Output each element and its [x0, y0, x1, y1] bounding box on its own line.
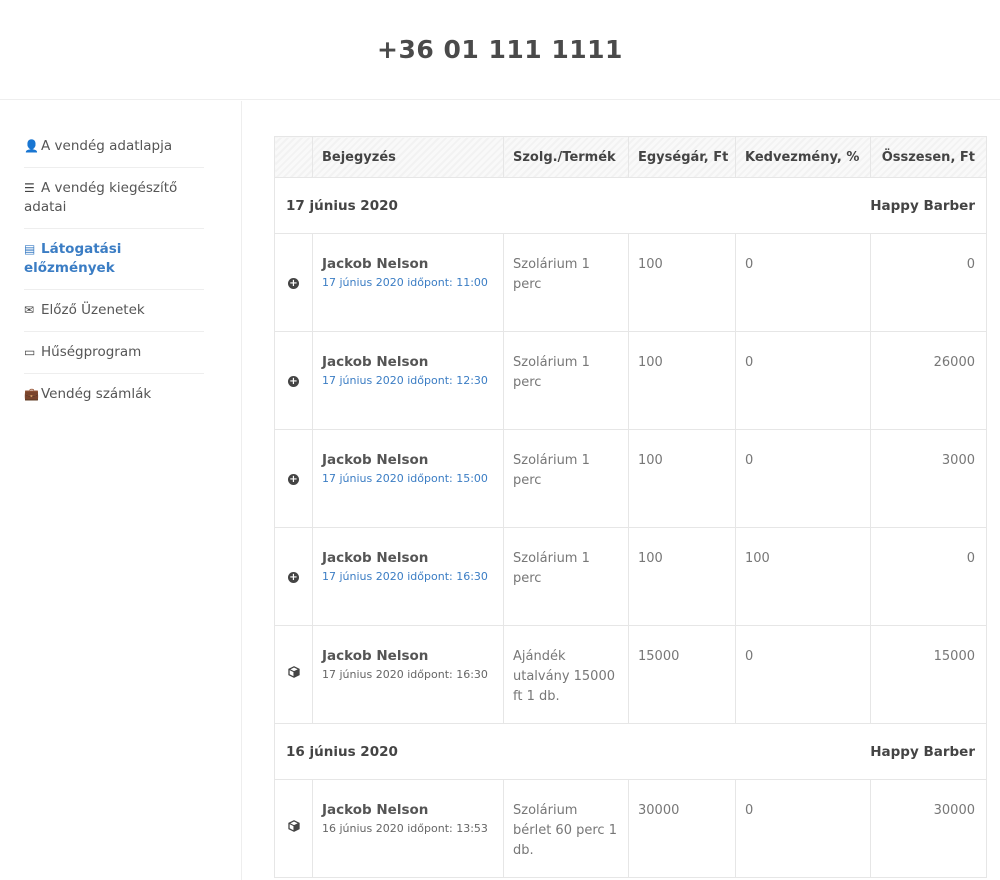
row-icon-cell: + — [274, 429, 313, 528]
table-body: Happy Barber 17 június 2020 + Jackob Nelson… — [274, 177, 987, 878]
table-row: + Jackob Nelson 17 június 2020 időpont: 15… — [274, 429, 987, 528]
visit-history: Bejegyzés Szolg./Termék Egységár, Ft Ked… — [274, 136, 987, 878]
sidebar-item-label: Hűségprogram — [41, 344, 142, 360]
appointment-text: 16 június 2020 időpont: 13:53 — [322, 822, 488, 835]
sidebar-item-3[interactable]: ✉ Előző Üzenetek — [24, 290, 204, 332]
plus-circle-icon[interactable]: + — [288, 375, 299, 387]
table-row: Jackob Nelson 16 június 2020 időpont: 13:… — [274, 779, 987, 878]
entry-cell: Jackob Nelson 17 június 2020 időpont: 12:… — [312, 331, 504, 430]
plus-circle-icon[interactable]: + — [288, 277, 299, 289]
sidebar-item-label: Vendég számlák — [41, 386, 152, 402]
discount-cell: 0 — [735, 625, 871, 724]
appointment-link[interactable]: 17 június 2020 időpont: 12:30 — [322, 372, 494, 390]
plus-circle-icon[interactable]: + — [288, 473, 299, 485]
list-icon: ☰ — [24, 181, 35, 195]
total-cell: 26000 — [870, 331, 987, 430]
product-cell: Szolárium 1 perc — [503, 429, 629, 528]
table-row: Jackob Nelson 17 június 2020 időpont: 16:… — [274, 625, 987, 724]
sidebar-item-label: A vendég adatlapja — [41, 138, 173, 154]
unit-price-cell: 30000 — [628, 779, 736, 878]
table-row: + Jackob Nelson 17 június 2020 időpont: 12… — [274, 331, 987, 430]
product-cell: Szolárium 1 perc — [503, 331, 629, 430]
entry-cell: Jackob Nelson 17 június 2020 időpont: 15:… — [312, 429, 504, 528]
discount-cell: 0 — [735, 331, 871, 430]
unit-price-cell: 100 — [628, 527, 736, 626]
credit-card-icon: ▭ — [24, 345, 36, 359]
sidebar: 👤 A vendég adatlapja ☰ A vendég kiegészítő … — [0, 101, 242, 880]
sidebar-item-5[interactable]: 💼 Vendég számlák — [24, 374, 204, 415]
entry-cell: Jackob Nelson 17 június 2020 időpont: 16:… — [312, 625, 504, 724]
client-name: Jackob Nelson — [322, 452, 429, 468]
entry-cell: Jackob Nelson 17 június 2020 időpont: 16:… — [312, 527, 504, 626]
briefcase-icon: 💼 — [24, 387, 39, 401]
group-salon: Happy Barber — [870, 743, 975, 760]
client-name: Jackob Nelson — [322, 802, 429, 818]
discount-cell: 100 — [735, 527, 871, 626]
cube-icon — [287, 665, 300, 682]
user-icon: 👤 — [24, 139, 39, 153]
sidebar-item-2[interactable]: ▤ Látogatási előzmények — [24, 229, 204, 290]
group-salon: Happy Barber — [870, 197, 975, 214]
date-group-row: Happy Barber 16 június 2020 — [274, 723, 987, 780]
total-cell: 30000 — [870, 779, 987, 878]
visit-history-table: Bejegyzés Szolg./Termék Egységár, Ft Ked… — [274, 136, 987, 878]
group-date: 17 június 2020 — [286, 197, 398, 214]
table-header-row: Bejegyzés Szolg./Termék Egységár, Ft Ked… — [274, 136, 987, 178]
row-icon-cell — [274, 625, 313, 724]
column-header-product[interactable]: Szolg./Termék — [503, 136, 629, 178]
entry-cell: Jackob Nelson 16 június 2020 időpont: 13:… — [312, 779, 504, 878]
total-cell: 3000 — [870, 429, 987, 528]
appointment-text: 17 június 2020 időpont: 16:30 — [322, 668, 488, 681]
total-cell: 0 — [870, 527, 987, 626]
column-header-total[interactable]: Összesen, Ft — [870, 136, 987, 178]
total-cell: 15000 — [870, 625, 987, 724]
sidebar-menu: 👤 A vendég adatlapja ☰ A vendég kiegészítő … — [24, 126, 204, 415]
product-cell: Szolárium 1 perc — [503, 233, 629, 332]
client-name: Jackob Nelson — [322, 354, 429, 370]
row-icon-cell: + — [274, 233, 313, 332]
unit-price-cell: 100 — [628, 233, 736, 332]
row-icon-cell: + — [274, 331, 313, 430]
unit-price-cell: 15000 — [628, 625, 736, 724]
group-date: 16 június 2020 — [286, 743, 398, 760]
plus-circle-icon[interactable]: + — [288, 571, 299, 583]
row-icon-cell — [274, 779, 313, 878]
product-cell: Szolárium 1 perc — [503, 527, 629, 626]
appointment-link[interactable]: 17 június 2020 időpont: 11:00 — [322, 274, 494, 292]
sidebar-item-label: A vendég kiegészítő adatai — [24, 180, 178, 215]
envelope-icon: ✉ — [24, 303, 35, 317]
sidebar-item-label: Előző Üzenetek — [41, 302, 145, 318]
total-cell: 0 — [870, 233, 987, 332]
table-icon: ▤ — [24, 242, 36, 256]
discount-cell: 0 — [735, 233, 871, 332]
column-header-unit-price[interactable]: Egységár, Ft — [628, 136, 736, 178]
table-row: + Jackob Nelson 17 június 2020 időpont: 11… — [274, 233, 987, 332]
sidebar-item-0[interactable]: 👤 A vendég adatlapja — [24, 126, 204, 168]
unit-price-cell: 100 — [628, 331, 736, 430]
appointment-link[interactable]: 17 június 2020 időpont: 16:30 — [322, 568, 494, 586]
table-row: + Jackob Nelson 17 június 2020 időpont: 16… — [274, 527, 987, 626]
unit-price-cell: 100 — [628, 429, 736, 528]
date-group-cell: Happy Barber 17 június 2020 — [274, 177, 987, 234]
product-cell: Szolárium bérlet 60 perc 1 db. — [503, 779, 629, 878]
client-name: Jackob Nelson — [322, 256, 429, 272]
row-icon-cell: + — [274, 527, 313, 626]
date-group-row: Happy Barber 17 június 2020 — [274, 177, 987, 234]
phone-number: +36 01 111 1111 — [377, 35, 623, 64]
column-header-entry[interactable]: Bejegyzés — [312, 136, 504, 178]
page-header: +36 01 111 1111 — [0, 0, 1000, 100]
client-name: Jackob Nelson — [322, 648, 429, 664]
sidebar-item-1[interactable]: ☰ A vendég kiegészítő adatai — [24, 168, 204, 229]
date-group-cell: Happy Barber 16 június 2020 — [274, 723, 987, 780]
sidebar-item-4[interactable]: ▭ Hűségprogram — [24, 332, 204, 374]
discount-cell: 0 — [735, 779, 871, 878]
discount-cell: 0 — [735, 429, 871, 528]
cube-icon — [287, 819, 300, 836]
column-header-icon — [274, 136, 313, 178]
entry-cell: Jackob Nelson 17 június 2020 időpont: 11:… — [312, 233, 504, 332]
product-cell: Ajándék utalvány 15000 ft 1 db. — [503, 625, 629, 724]
appointment-link[interactable]: 17 június 2020 időpont: 15:00 — [322, 470, 494, 488]
column-header-discount[interactable]: Kedvezmény, % — [735, 136, 871, 178]
client-name: Jackob Nelson — [322, 550, 429, 566]
